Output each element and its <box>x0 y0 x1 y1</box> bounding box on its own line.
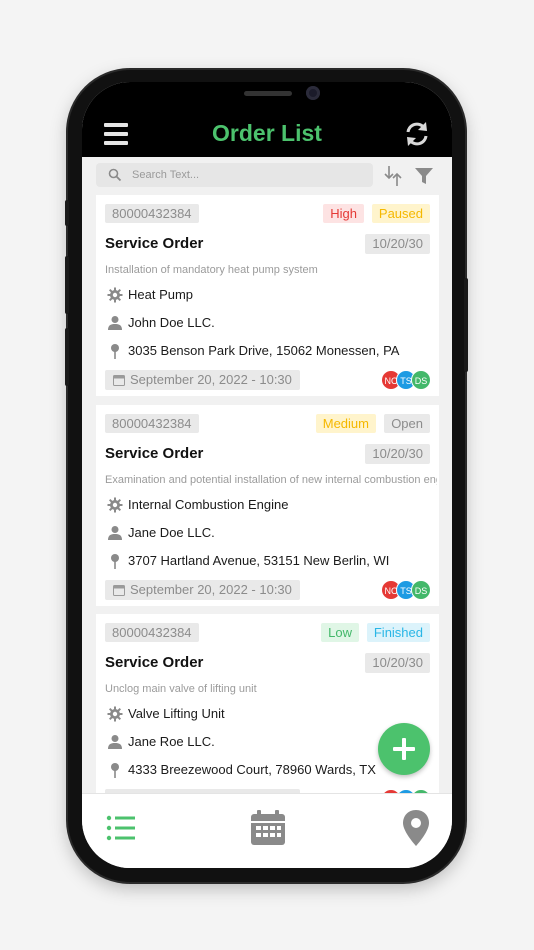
customer-text: John Doe LLC. <box>128 315 215 330</box>
speaker-grille <box>244 91 292 96</box>
gear-icon <box>107 706 123 722</box>
schedule-chip: September 20, 2022 - 10:30 <box>105 370 300 390</box>
order-date: 10/20/30 <box>365 444 430 464</box>
person-icon <box>108 526 122 540</box>
order-card[interactable]: 80000432384 Open Medium Service Order 10… <box>96 405 439 606</box>
status-badge: Finished <box>366 623 430 642</box>
assignee-avatars[interactable]: NCTSDS <box>381 580 431 600</box>
refresh-icon[interactable] <box>404 121 430 147</box>
schedule-chip: September 20, 2022 - 10:30 <box>105 580 300 600</box>
volume-down-button <box>65 328 69 386</box>
front-camera <box>306 86 320 100</box>
calendar-small-icon <box>113 585 125 596</box>
calendar-icon[interactable] <box>248 808 288 848</box>
status-badge: Paused <box>371 204 430 223</box>
order-description: Installation of mandatory heat pump syst… <box>105 264 318 276</box>
order-number: 80000432384 <box>105 204 199 223</box>
power-button <box>464 278 468 372</box>
equipment-text: Internal Combustion Engine <box>128 497 289 512</box>
add-order-button[interactable] <box>378 723 430 775</box>
avatar: DS <box>411 370 431 390</box>
gear-icon <box>107 497 123 513</box>
plus-icon-vertical <box>402 738 406 760</box>
order-description: Unclog main valve of lifting unit <box>105 683 257 695</box>
mute-switch <box>65 200 69 226</box>
priority-badge: High <box>323 204 364 223</box>
gear-icon <box>107 287 123 303</box>
schedule-text: September 20, 2022 - 10:30 <box>130 372 292 387</box>
order-title: Service Order <box>105 654 204 671</box>
customer-text: Jane Roe LLC. <box>128 734 215 749</box>
order-card[interactable]: 80000432384 Paused High Service Order 10… <box>96 195 439 396</box>
address-text: 3035 Benson Park Drive, 15062 Monessen, … <box>128 343 400 358</box>
equipment-text: Valve Lifting Unit <box>128 706 225 721</box>
search-toolbar <box>82 157 452 195</box>
status-bar <box>82 82 452 114</box>
order-date: 10/20/30 <box>365 234 430 254</box>
volume-up-button <box>65 256 69 314</box>
customer-text: Jane Doe LLC. <box>128 525 215 540</box>
status-badge: Open <box>384 414 430 433</box>
assignee-avatars[interactable]: NCTSDS <box>381 370 431 390</box>
address-text: 4333 Breezewood Court, 78960 Wards, TX <box>128 762 376 777</box>
avatar: DS <box>411 789 431 793</box>
equipment-text: Heat Pump <box>128 287 194 302</box>
sort-icon[interactable] <box>383 164 403 188</box>
person-icon <box>108 316 122 330</box>
person-icon <box>108 735 122 749</box>
address-text: 3707 Hartland Avenue, 53151 New Berlin, … <box>128 553 390 568</box>
bottom-navigation <box>82 793 452 868</box>
filter-icon[interactable] <box>415 167 433 185</box>
avatar: DS <box>411 580 431 600</box>
calendar-small-icon <box>113 375 125 386</box>
map-pin-icon[interactable] <box>396 808 436 848</box>
order-list: 80000432384 Paused High Service Order 10… <box>82 195 452 793</box>
priority-badge: Low <box>321 623 359 642</box>
screen: Order List 80000432384 Pause <box>82 82 452 868</box>
order-title: Service Order <box>105 235 204 252</box>
schedule-text: September 20, 2022 - 10:30 <box>130 582 292 597</box>
order-date: 10/20/30 <box>365 653 430 673</box>
page-title: Order List <box>212 120 322 146</box>
priority-badge: Medium <box>315 414 376 433</box>
location-pin-icon <box>111 763 119 778</box>
search-icon <box>108 168 122 182</box>
list-view-icon[interactable] <box>102 808 142 848</box>
order-number: 80000432384 <box>105 414 199 433</box>
search-box <box>96 163 373 187</box>
app-bar: Order List <box>82 114 452 157</box>
location-pin-icon <box>111 554 119 569</box>
order-description: Examination and potential installation o… <box>105 474 437 486</box>
search-input[interactable] <box>132 165 362 185</box>
order-title: Service Order <box>105 445 204 462</box>
location-pin-icon <box>111 344 119 359</box>
order-number: 80000432384 <box>105 623 199 642</box>
